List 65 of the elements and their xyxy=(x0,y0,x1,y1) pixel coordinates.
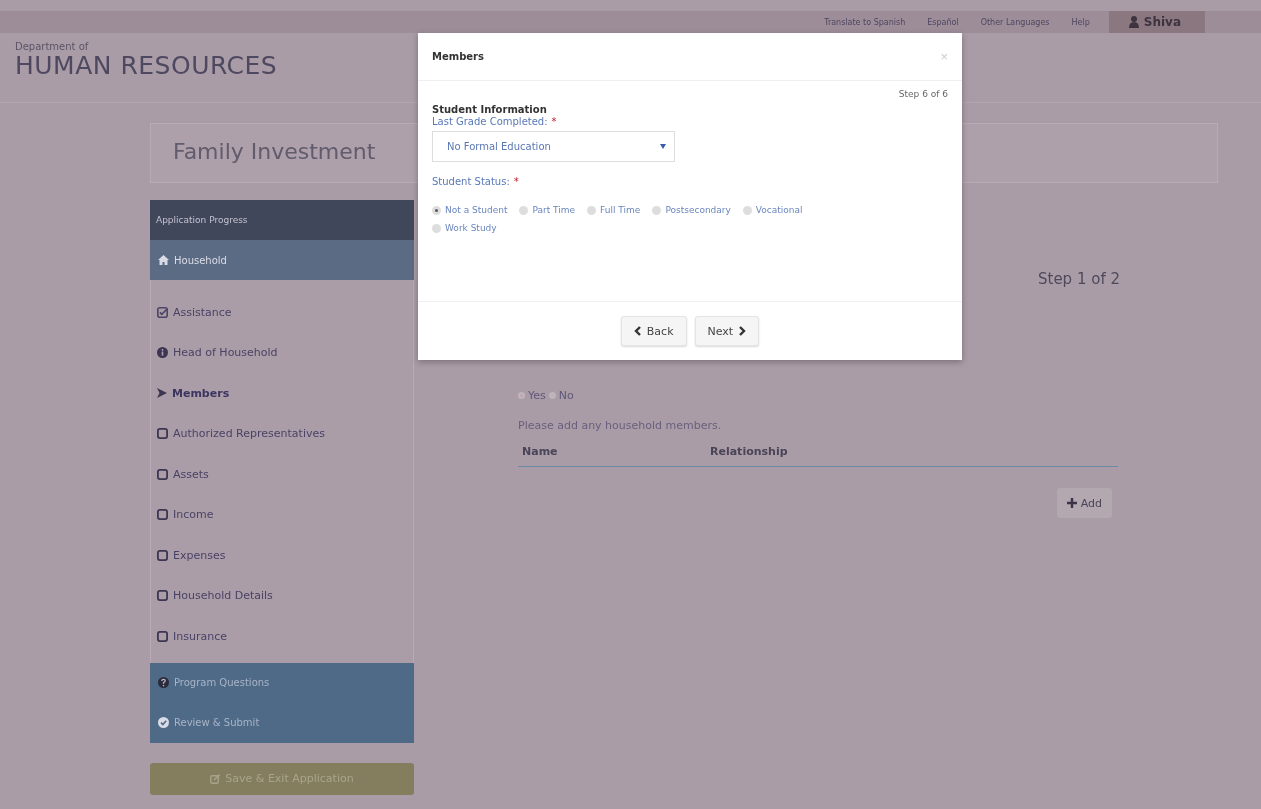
empty-square-icon xyxy=(157,509,168,521)
home-icon xyxy=(158,255,169,265)
radio-button[interactable] xyxy=(587,205,597,215)
radio-label: Part Time xyxy=(532,205,576,215)
edit-icon xyxy=(210,773,221,784)
column-header: Name xyxy=(522,445,559,458)
question-circle-icon xyxy=(158,677,169,688)
radio-label: Postsecondary xyxy=(665,205,731,215)
sidebar-step-item[interactable]: Authorized Representatives xyxy=(151,413,413,454)
site-title: HUMAN RESOURCES xyxy=(15,52,278,80)
empty-square-icon xyxy=(157,428,168,440)
sidebar-section-tab[interactable]: Review & Submit xyxy=(150,702,414,743)
sidebar-step-item[interactable]: Income xyxy=(151,494,413,535)
radio-label: No xyxy=(558,389,574,402)
top-nav-link[interactable]: Translate to Spanish xyxy=(813,17,917,27)
sidebar-step-item[interactable]: Expenses xyxy=(151,535,413,576)
user-menu-button[interactable]: Shiva xyxy=(1108,11,1205,33)
top-nav-link[interactable]: Help xyxy=(1060,17,1101,27)
sidebar-step-item[interactable]: Assistance xyxy=(151,292,413,333)
radio-label: Not a Student xyxy=(445,205,508,215)
step-indicator: Step 1 of 2 xyxy=(1038,270,1120,288)
column-header: Relationship xyxy=(710,445,789,458)
radio-button[interactable] xyxy=(432,205,441,215)
radio-label: Full Time xyxy=(600,205,641,215)
info-circle-icon xyxy=(157,347,168,359)
department-label: Department of xyxy=(15,41,89,52)
chevron-left-icon xyxy=(633,326,641,336)
checkbox-checked-icon xyxy=(157,306,168,318)
modal-title: Members xyxy=(432,51,484,62)
empty-square-icon xyxy=(157,590,168,602)
radio-button[interactable] xyxy=(548,392,556,399)
next-button[interactable]: Next xyxy=(694,316,760,346)
sidebar-step-item[interactable]: Assets xyxy=(151,454,413,495)
caret-icon xyxy=(660,144,666,149)
empty-square-icon xyxy=(157,468,168,480)
radio-button[interactable] xyxy=(652,205,662,215)
section-heading: Student Information xyxy=(432,104,548,115)
radio-button[interactable] xyxy=(742,205,752,215)
radio-button[interactable] xyxy=(432,223,441,233)
instruction-text: Please add any household members. xyxy=(518,419,723,432)
radio-button[interactable] xyxy=(518,392,525,399)
sidebar-section-tab[interactable]: Household xyxy=(150,240,414,280)
grade-select[interactable]: No Formal Education xyxy=(432,131,675,162)
back-button[interactable]: Back xyxy=(620,316,687,346)
sidebar-heading: Application Progress xyxy=(150,200,414,240)
empty-square-icon xyxy=(157,630,168,642)
top-nav-link[interactable]: Español xyxy=(916,17,970,27)
sidebar-step-item[interactable]: Head of Household xyxy=(151,332,413,373)
empty-square-icon xyxy=(157,549,168,561)
check-circle-icon xyxy=(158,717,169,728)
add-button[interactable]: Add xyxy=(1056,488,1112,518)
radio-label: Yes xyxy=(528,389,546,402)
sidebar-step-item[interactable]: Insurance xyxy=(151,616,413,657)
chevron-right-icon xyxy=(739,326,747,336)
radio-label: Work Study xyxy=(445,223,497,233)
play-arrow-icon xyxy=(157,388,167,399)
modal-step-indicator: Step 6 of 6 xyxy=(898,89,948,99)
radio-label: Vocational xyxy=(755,205,803,215)
radio-button[interactable] xyxy=(519,205,529,215)
person-icon xyxy=(1128,16,1139,28)
plus-icon xyxy=(1066,498,1077,508)
sidebar-step-item[interactable]: Members xyxy=(151,373,413,414)
sidebar-step-item[interactable]: Household Details xyxy=(151,575,413,616)
top-nav-link[interactable]: Other Languages xyxy=(969,17,1061,27)
sidebar-section-tab[interactable]: Program Questions xyxy=(150,662,414,703)
